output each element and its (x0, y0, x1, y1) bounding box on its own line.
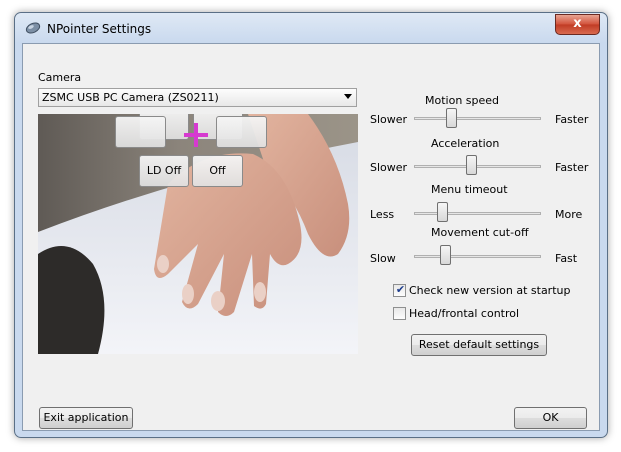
menu-timeout-slider[interactable] (437, 202, 449, 222)
acceleration-min-label: Slower (370, 161, 408, 174)
camera-select[interactable]: ZSMC USB PC Camera (ZS0211) (38, 88, 357, 107)
head-control-label[interactable]: Head/frontal control (409, 307, 519, 320)
motion-speed-slider[interactable] (446, 108, 458, 128)
exit-application-button[interactable]: Exit application (39, 407, 133, 429)
acceleration-max-label: Faster (555, 161, 589, 174)
menu-timeout-title: Menu timeout (431, 183, 508, 196)
close-icon: x (573, 16, 582, 31)
movement-cutoff-min-label: Slow (370, 252, 396, 265)
motion-speed-track (414, 117, 541, 120)
off-button[interactable]: Off (192, 155, 243, 187)
menu-timeout-max-label: More (555, 208, 583, 221)
overlay-button-mid-right[interactable] (216, 116, 267, 148)
close-button[interactable]: x (555, 14, 600, 35)
motion-speed-max-label: Faster (555, 113, 589, 126)
check-version-label[interactable]: Check new version at startup (409, 284, 570, 297)
camera-frame-image (38, 114, 358, 354)
checkmark-icon: ✔ (395, 283, 406, 296)
check-version-checkbox[interactable]: ✔ (393, 283, 406, 297)
acceleration-slider[interactable] (466, 155, 478, 175)
movement-cutoff-title: Movement cut-off (431, 226, 529, 239)
crosshair-icon (184, 123, 208, 147)
overlay-button-mid-left[interactable] (115, 116, 166, 148)
acceleration-track (414, 165, 541, 168)
acceleration-title: Acceleration (431, 137, 500, 150)
movement-cutoff-max-label: Fast (555, 252, 578, 265)
menu-timeout-track (414, 212, 541, 215)
motion-speed-title: Motion speed (425, 94, 500, 107)
client-area: Camera ZSMC USB PC Camera (ZS0211) LD Of… (22, 43, 600, 431)
motion-speed-min-label: Slower (370, 113, 408, 126)
window-title: NPointer Settings (47, 22, 152, 36)
movement-cutoff-slider[interactable] (439, 245, 451, 265)
camera-select-value: ZSMC USB PC Camera (ZS0211) (42, 91, 219, 104)
camera-label: Camera (38, 71, 82, 84)
menu-timeout-min-label: Less (370, 208, 395, 221)
movement-cutoff-track (414, 255, 541, 258)
chevron-down-icon (344, 94, 352, 99)
camera-preview: LD Off Off (38, 114, 358, 354)
head-control-checkbox[interactable] (393, 307, 406, 320)
ld-off-button[interactable]: LD Off (139, 155, 189, 187)
ok-button[interactable]: OK (514, 407, 587, 429)
title-bar[interactable]: NPointer Settings x (15, 13, 607, 43)
settings-window: NPointer Settings x Camera ZSMC USB PC C… (14, 12, 608, 438)
reset-defaults-button[interactable]: Reset default settings (411, 334, 547, 356)
mouse-icon (25, 22, 41, 34)
